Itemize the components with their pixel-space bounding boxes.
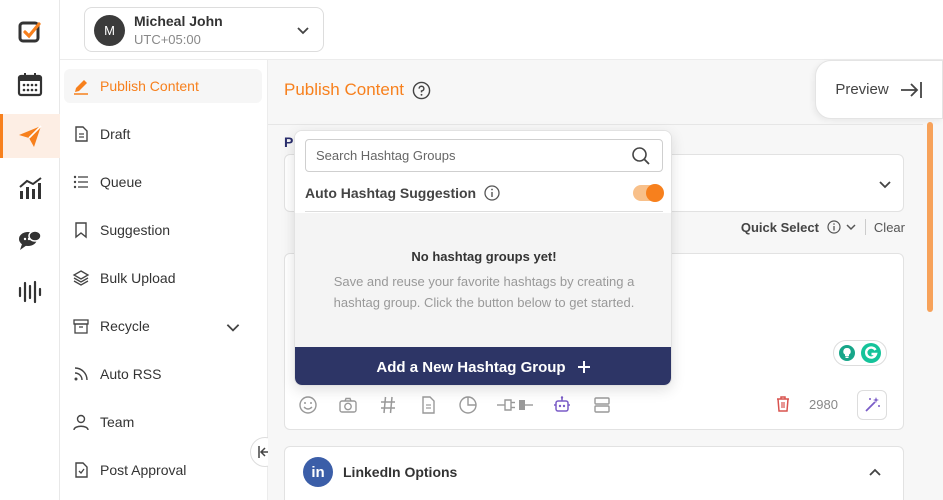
plus-icon xyxy=(577,361,590,373)
sidebar-item-label: Queue xyxy=(100,174,143,190)
popover-header: Auto Hashtag Suggestion xyxy=(295,131,671,213)
chevron-down-icon[interactable] xyxy=(845,221,857,233)
sidebar-item-draft[interactable]: Draft xyxy=(64,117,262,151)
ai-magic-button[interactable] xyxy=(857,390,887,420)
emoji-icon[interactable] xyxy=(295,392,321,418)
layout-icon[interactable] xyxy=(589,392,615,418)
trash-icon[interactable] xyxy=(773,394,793,414)
account-name: Micheal John xyxy=(134,13,223,29)
archive-icon xyxy=(73,319,89,334)
sidebar-item-label: Bulk Upload xyxy=(100,270,176,286)
hashtag-search-input[interactable] xyxy=(305,139,663,172)
auto-hashtag-label: Auto Hashtag Suggestion xyxy=(305,185,500,201)
chat-icon[interactable] xyxy=(0,218,60,262)
account-selector[interactable]: M Micheal John UTC+05:00 xyxy=(84,7,324,52)
info-icon[interactable] xyxy=(827,220,841,234)
analytics-icon[interactable] xyxy=(0,166,60,210)
character-count: 2980 xyxy=(809,397,838,412)
scrollbar[interactable] xyxy=(927,122,933,312)
document-icon xyxy=(75,126,88,142)
auto-hashtag-toggle[interactable] xyxy=(633,184,664,202)
empty-state-description: Save and reuse your favorite hashtags by… xyxy=(333,274,635,310)
bulb-icon xyxy=(839,345,855,361)
page-title: Publish Content xyxy=(284,80,431,100)
sidebar-item-label: Publish Content xyxy=(100,78,199,94)
sidebar-item-suggestion[interactable]: Suggestion xyxy=(64,213,262,247)
separator xyxy=(864,219,866,235)
sidebar-item-post-approval[interactable]: Post Approval xyxy=(64,453,262,487)
add-hashtag-group-button[interactable]: Add a New Hashtag Group xyxy=(295,347,671,385)
send-icon[interactable] xyxy=(0,114,60,158)
camera-icon[interactable] xyxy=(335,392,361,418)
expand-right-icon xyxy=(900,81,922,98)
chevron-down-icon xyxy=(297,27,309,35)
sidebar-item-label: Recycle xyxy=(100,318,150,334)
robot-icon[interactable] xyxy=(549,392,575,418)
sidebar-item-publish-content[interactable]: Publish Content xyxy=(64,69,262,103)
add-hashtag-group-label: Add a New Hashtag Group xyxy=(376,358,566,376)
rss-icon xyxy=(74,367,88,381)
editor-toolbar xyxy=(295,392,629,418)
linkedin-options-card[interactable]: in LinkedIn Options xyxy=(284,446,904,500)
grammarly-widget[interactable] xyxy=(833,340,887,366)
account-timezone: UTC+05:00 xyxy=(134,32,201,47)
layers-icon xyxy=(72,270,90,286)
quick-select-button[interactable]: Quick Select xyxy=(741,220,819,235)
grammarly-icon xyxy=(861,343,881,363)
sidebar-item-auto-rss[interactable]: Auto RSS xyxy=(64,357,262,391)
sidebar-item-label: Draft xyxy=(100,126,131,142)
pie-chart-icon[interactable] xyxy=(455,392,481,418)
quick-select-row: Quick Select Clear xyxy=(741,219,905,235)
sidebar-item-team[interactable]: Team xyxy=(64,405,262,439)
sidebar: Publish Content Draft Queue Suggestion B… xyxy=(60,60,268,500)
divider xyxy=(305,211,663,212)
info-icon[interactable] xyxy=(484,185,500,201)
card-label: P xyxy=(284,134,294,150)
sidebar-item-label: Team xyxy=(100,414,135,430)
preview-button[interactable]: Preview xyxy=(815,60,943,119)
auto-hashtag-text: Auto Hashtag Suggestion xyxy=(305,185,477,201)
avatar: M xyxy=(94,15,125,46)
page-title-text: Publish Content xyxy=(284,80,405,99)
sidebar-item-label: Suggestion xyxy=(100,222,171,238)
sidebar-item-recycle[interactable]: Recycle xyxy=(64,309,262,343)
empty-state: No hashtag groups yet! Save and reuse yo… xyxy=(295,213,671,347)
sidebar-item-bulk-upload[interactable]: Bulk Upload xyxy=(64,261,262,295)
document-icon[interactable] xyxy=(415,392,441,418)
search-icon[interactable] xyxy=(631,146,651,166)
pencil-icon xyxy=(74,80,88,95)
help-icon[interactable] xyxy=(412,81,431,100)
linkedin-icon: in xyxy=(303,457,333,487)
list-icon xyxy=(73,175,88,189)
sidebar-item-label: Auto RSS xyxy=(100,366,162,382)
bookmark-icon xyxy=(75,222,87,239)
top-header: M Micheal John UTC+05:00 xyxy=(60,0,943,60)
sidebar-item-queue[interactable]: Queue xyxy=(64,165,262,199)
chevron-down-icon xyxy=(226,324,240,332)
logo-check-icon[interactable] xyxy=(0,10,60,54)
hashtag-icon[interactable] xyxy=(375,392,401,418)
chevron-down-icon xyxy=(879,181,891,189)
linkedin-options-title: LinkedIn Options xyxy=(343,464,458,480)
divider xyxy=(268,124,923,125)
plug-icon[interactable] xyxy=(495,392,535,418)
empty-state-title: No hashtag groups yet! xyxy=(411,249,557,264)
magic-wand-icon xyxy=(865,397,880,412)
icon-rail xyxy=(0,0,60,500)
toggle-knob xyxy=(646,184,664,202)
calendar-icon[interactable] xyxy=(0,62,60,106)
preview-label: Preview xyxy=(835,81,889,98)
app-root: M Micheal John UTC+05:00 Publish Content… xyxy=(0,0,943,500)
user-icon xyxy=(73,414,89,431)
waveform-icon[interactable] xyxy=(0,270,60,314)
sidebar-item-label: Post Approval xyxy=(100,462,187,478)
clear-button[interactable]: Clear xyxy=(874,220,905,235)
chevron-up-icon xyxy=(869,468,881,476)
approval-icon xyxy=(75,462,88,478)
hashtag-popover: Auto Hashtag Suggestion No hashtag group… xyxy=(294,130,672,386)
